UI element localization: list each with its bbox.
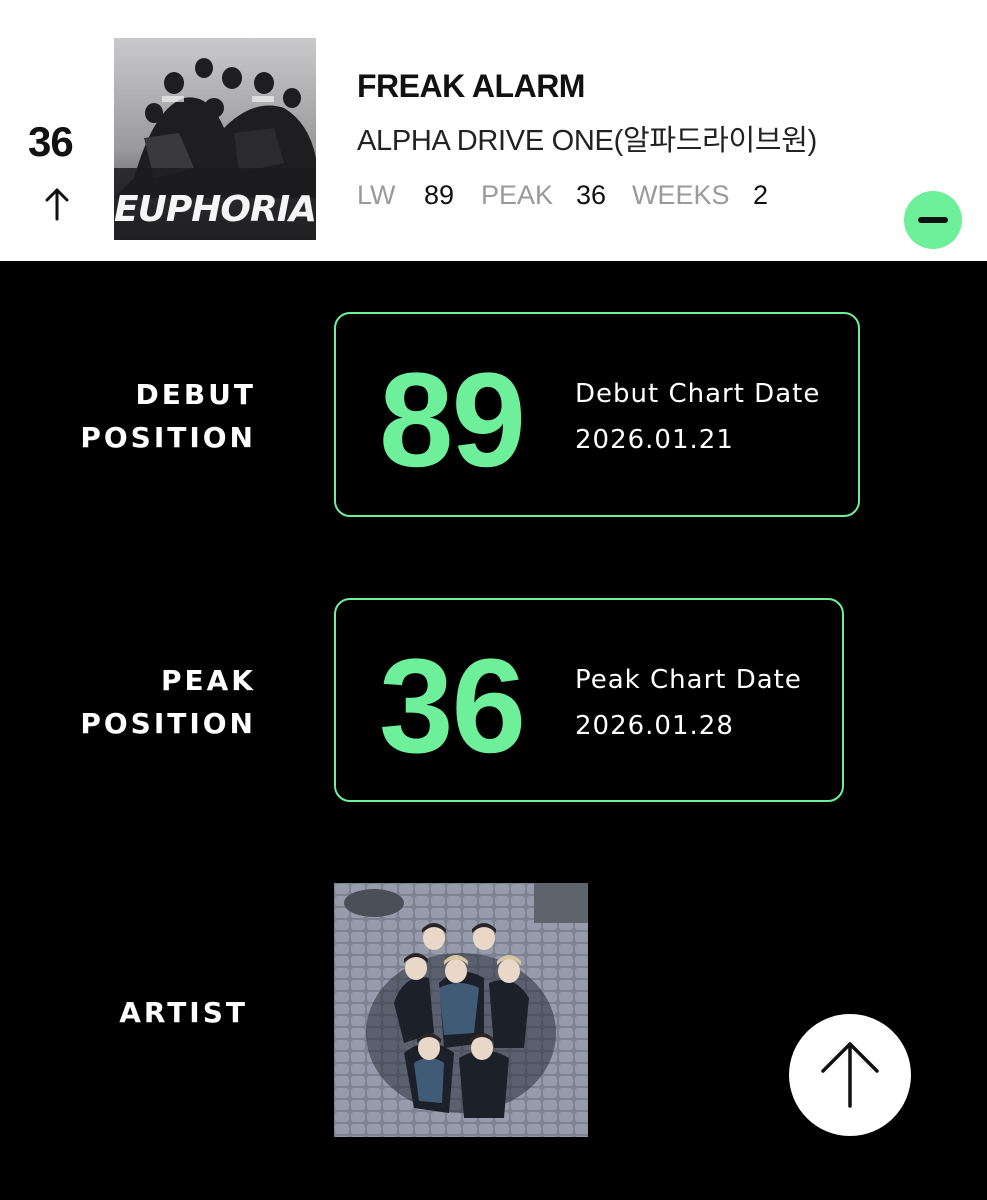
peak-position-label: PEAK POSITION <box>36 659 256 745</box>
debut-position-label: DEBUT POSITION <box>36 373 256 459</box>
debut-position-value: 89 <box>379 346 526 495</box>
debut-position-card: 89 Debut Chart Date 2026.01.21 <box>334 312 860 517</box>
peak-value: 36 <box>576 180 607 210</box>
collapse-button[interactable] <box>904 191 962 249</box>
debut-chart-date: 2026.01.21 <box>575 425 734 455</box>
album-cover[interactable]: EUPHORIA <box>114 38 316 240</box>
weeks-label: WEEKS <box>632 180 730 210</box>
peak-label-line1: PEAK <box>160 664 256 697</box>
weeks-value: 2 <box>753 180 769 210</box>
debut-chart-date-label: Debut Chart Date <box>575 379 821 409</box>
artist-photo-image <box>334 883 588 1137</box>
last-week-value: 89 <box>424 180 455 210</box>
peak-label-line2: POSITION <box>80 707 256 740</box>
chart-entry-header: 36 EUPHORIA FREAK ALARM ALPHA DRIVE ONE(… <box>0 0 987 261</box>
peak-position-card: 36 Peak Chart Date 2026.01.28 <box>334 598 844 802</box>
song-title[interactable]: FREAK ALARM <box>357 68 585 105</box>
peak-label: PEAK <box>481 180 554 210</box>
artist-photo[interactable] <box>334 883 588 1137</box>
artist-name[interactable]: ALPHA DRIVE ONE(알파드라이브원) <box>357 117 817 159</box>
scroll-to-top-button[interactable] <box>789 1014 911 1136</box>
peak-chart-date: 2026.01.28 <box>575 711 734 741</box>
peak-position-value: 36 <box>379 632 526 781</box>
artist-label: ARTIST <box>119 996 248 1029</box>
last-week-label: LW <box>357 180 396 210</box>
minus-icon <box>918 217 948 223</box>
peak-chart-date-label: Peak Chart Date <box>575 665 802 695</box>
rank-number: 36 <box>28 118 74 165</box>
debut-label-line2: POSITION <box>80 421 256 454</box>
arrow-up-icon <box>821 1042 879 1108</box>
album-cover-text: EUPHORIA <box>114 189 316 230</box>
debut-label-line1: DEBUT <box>135 378 256 411</box>
arrow-up-icon <box>45 188 69 221</box>
album-cover-image: EUPHORIA <box>114 38 316 240</box>
